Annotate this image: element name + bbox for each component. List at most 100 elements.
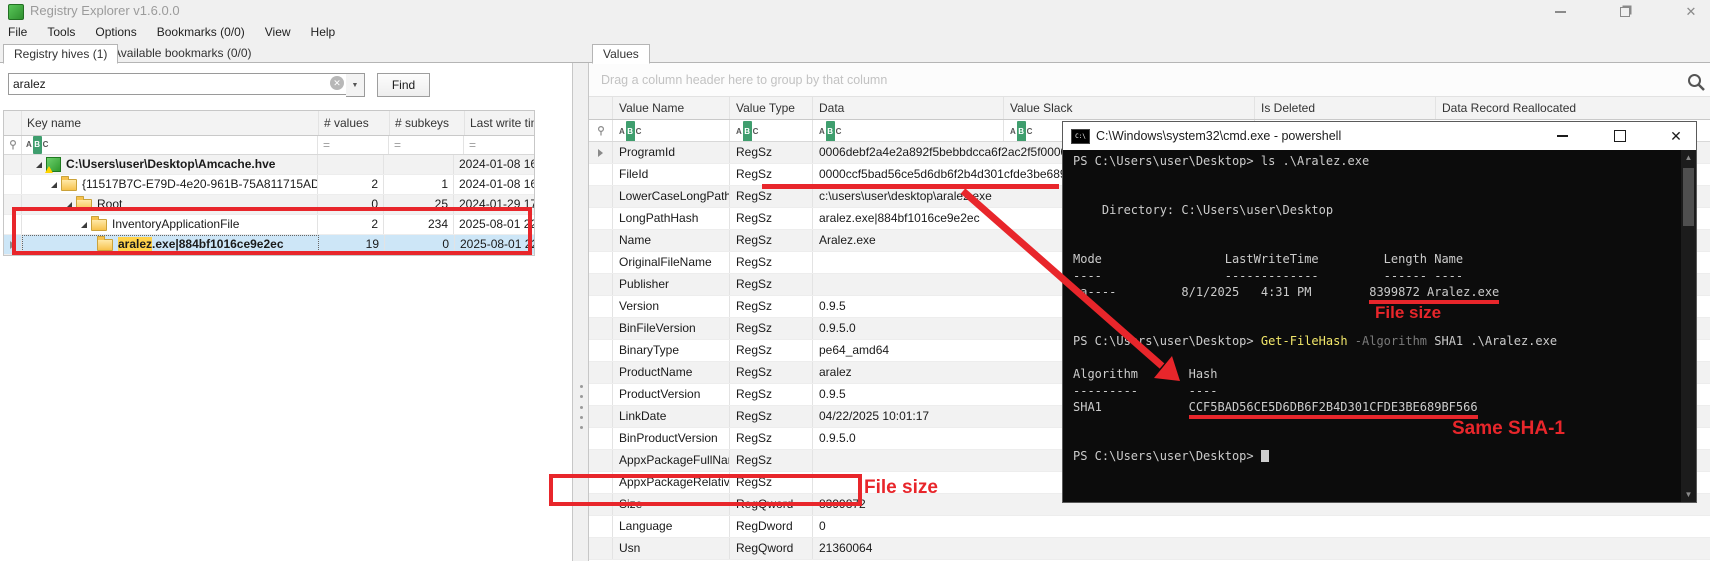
console-text: SHA1 .\Aralez.exe — [1427, 334, 1557, 348]
values-row-indicator — [589, 296, 613, 317]
value-type-cell: RegSz — [730, 208, 813, 229]
value-slack-cell — [1003, 516, 1253, 537]
value-name-cell: Publisher — [613, 274, 730, 295]
console-output[interactable]: PS C:\Users\user\Desktop> ls .\Aralez.ex… — [1063, 150, 1681, 502]
search-input[interactable]: aralez — [8, 73, 350, 95]
console-text: PS C:\Users\user\Desktop> ls .\Aralez.ex… — [1073, 154, 1369, 168]
values-filter-cell[interactable]: ABC — [730, 120, 813, 141]
values-row-indicator — [589, 164, 613, 185]
tree-indent — [26, 184, 51, 185]
values-filter-cell[interactable]: ABC — [613, 120, 730, 141]
values-column-header[interactable]: Data Record Reallocated — [1436, 97, 1710, 119]
tree-row[interactable]: C:\Users\user\Desktop\Amcache.hve2024-01… — [4, 155, 534, 175]
file-size-annotation-cmd: File size — [1375, 303, 1441, 323]
cmd-icon: C:\ — [1071, 129, 1090, 144]
pin-icon — [597, 126, 605, 136]
values-column-header[interactable]: Data — [813, 97, 1004, 119]
data-record-reallocated-cell — [1433, 538, 1710, 559]
search-dropdown-icon[interactable]: ▼ — [346, 73, 365, 97]
tab-values[interactable]: Values — [592, 44, 650, 64]
tree-row[interactable]: {11517B7C-E79D-4e20-961B-75A811715ADD}21… — [4, 175, 534, 195]
app-icon — [8, 4, 24, 20]
tree-filter-cell[interactable]: = — [389, 136, 464, 154]
menu-item-tools[interactable]: Tools — [39, 23, 83, 41]
tree-column-header[interactable]: # values — [319, 111, 390, 135]
value-name-cell: FileId — [613, 164, 730, 185]
tree-indent — [26, 164, 36, 165]
console-line: Mode LastWriteTime Length Name — [1073, 251, 1681, 267]
tree-filter-cell[interactable]: = — [318, 136, 389, 154]
values-filter-cell[interactable]: ABC — [813, 120, 1004, 141]
values-row-indicator — [589, 450, 613, 471]
expand-icon[interactable] — [36, 162, 42, 168]
scroll-down-icon[interactable]: ▼ — [1681, 487, 1696, 502]
console-text: PS C:\Users\user\Desktop> — [1073, 334, 1261, 348]
console-text: Directory: C:\Users\user\Desktop — [1073, 203, 1333, 217]
value-name-cell: LinkDate — [613, 406, 730, 427]
values-column-header[interactable]: Value Type — [730, 97, 813, 119]
value-type-cell: RegSz — [730, 384, 813, 405]
values-row-indicator — [589, 362, 613, 383]
value-data-cell: aralez.exe|884bf1016ce9e2ec — [813, 208, 1003, 229]
console-text: -a---- 8/1/2025 4:31 PM — [1073, 285, 1369, 299]
console-text: ---- ------------- ------ ---- — [1073, 269, 1463, 283]
tree-filter-cell[interactable]: = — [464, 136, 534, 154]
value-name-cell: ProgramId — [613, 142, 730, 163]
window-restore-button[interactable] — [1610, 4, 1640, 19]
values-column-header[interactable]: Value Slack — [1004, 97, 1255, 119]
text-filter-icon: ABC — [26, 136, 48, 154]
group-by-bar[interactable]: Drag a column header here to group by th… — [589, 63, 1710, 97]
powershell-title-bar[interactable]: C:\ C:\Windows\system32\cmd.exe - powers… — [1063, 122, 1696, 150]
menu-item-view[interactable]: View — [257, 23, 299, 41]
value-type-cell: RegQword — [730, 538, 813, 559]
search-clear-icon[interactable]: ✕ — [330, 76, 344, 90]
tab-available-bookmarks[interactable]: Available bookmarks (0/0) — [103, 44, 262, 63]
values-row-indicator — [589, 208, 613, 229]
value-type-cell: RegSz — [730, 318, 813, 339]
value-name-cell: ProductName — [613, 362, 730, 383]
window-close-button[interactable]: ✕ — [1676, 4, 1706, 19]
powershell-maximize-button[interactable] — [1603, 125, 1637, 147]
powershell-minimize-button[interactable] — [1545, 125, 1579, 147]
current-row-marker-icon — [598, 149, 603, 157]
menu-item-file[interactable]: File — [0, 23, 35, 41]
values-filter-indicator — [589, 120, 613, 141]
menu-item-bookmarks[interactable]: Bookmarks (0/0) — [149, 23, 253, 41]
expand-icon[interactable] — [51, 182, 57, 188]
value-data-cell: Aralez.exe — [813, 230, 1003, 251]
scrollbar-thumb[interactable] — [1683, 168, 1694, 226]
tree-subkeys-count: 1 — [384, 175, 454, 194]
panel-splitter-handle[interactable] — [576, 385, 586, 429]
console-text: SHA1 — [1073, 400, 1189, 414]
menu-item-options[interactable]: Options — [87, 23, 144, 41]
tree-key-name: {11517B7C-E79D-4e20-961B-75A811715ADD} — [22, 175, 318, 194]
window-minimize-button[interactable] — [1545, 4, 1575, 19]
values-column-header[interactable]: Value Name — [613, 97, 730, 119]
powershell-close-button[interactable]: ✕ — [1659, 125, 1693, 147]
values-row[interactable]: LanguageRegDword0 — [589, 516, 1710, 538]
search-icon[interactable] — [1686, 72, 1706, 92]
console-text — [1348, 334, 1355, 348]
menu-bar: FileToolsOptions Bookmarks (0/0)ViewHelp — [0, 22, 1710, 42]
value-data-cell: pe64_amd64 — [813, 340, 1003, 361]
tab-registry-hives[interactable]: Registry hives (1) — [3, 44, 118, 64]
console-line: --------- ---- — [1073, 383, 1681, 399]
scroll-up-icon[interactable]: ▲ — [1681, 150, 1696, 165]
tree-values-count: 2 — [318, 175, 384, 194]
tree-filter-keyname[interactable]: ABC — [22, 136, 318, 154]
values-row[interactable]: UsnRegQword21360064 — [589, 538, 1710, 560]
same-sha1-annotation: Same SHA-1 — [1452, 418, 1565, 440]
find-button[interactable]: Find — [377, 73, 430, 97]
value-type-cell: RegSz — [730, 362, 813, 383]
tree-column-header[interactable]: # subkeys — [390, 111, 465, 135]
console-scrollbar[interactable]: ▲ ▼ — [1681, 150, 1696, 502]
tree-column-header[interactable]: Last write timestamp — [465, 111, 534, 135]
menu-item-help[interactable]: Help — [303, 23, 344, 41]
console-line — [1073, 219, 1681, 235]
value-data-cell: 21360064 — [813, 538, 1003, 559]
tree-column-header[interactable]: Key name — [22, 111, 319, 135]
value-name-cell: BinFileVersion — [613, 318, 730, 339]
values-column-header[interactable]: Is Deleted — [1255, 97, 1436, 119]
tree-key-name: C:\Users\user\Desktop\Amcache.hve — [22, 155, 318, 174]
value-name-cell: OriginalFileName — [613, 252, 730, 273]
